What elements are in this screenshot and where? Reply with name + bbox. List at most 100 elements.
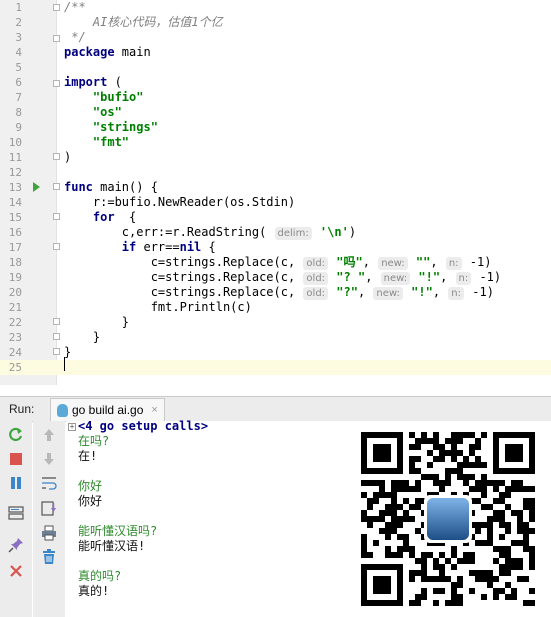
- fold-marker-for-end[interactable]: [53, 333, 60, 340]
- code-text: "strings": [64, 120, 158, 135]
- code-line[interactable]: 14 r:=bufio.NewReader(os.Stdin): [0, 195, 551, 210]
- code-line[interactable]: 9 "strings": [0, 120, 551, 135]
- fold-marker-if-end[interactable]: [53, 318, 60, 325]
- fold-marker-func[interactable]: [53, 183, 60, 190]
- parameter-hint: old:: [303, 287, 329, 300]
- fold-marker-import[interactable]: [53, 80, 60, 87]
- code-text: c=strings.Replace(c, old: "吗", new: "", …: [64, 255, 491, 270]
- up-arrow-icon[interactable]: [41, 427, 57, 443]
- code-line[interactable]: 11): [0, 150, 551, 165]
- code-text: func main() {: [64, 180, 158, 195]
- code-token: -1): [465, 285, 494, 299]
- code-editor[interactable]: 1/** 2 AI核心代码，估值1个亿 3 */4 package main 5 6 imp…: [0, 0, 551, 385]
- expand-collapsed-calls-icon[interactable]: +: [68, 423, 76, 431]
- code-line[interactable]: 8 "os": [0, 105, 551, 120]
- line-number: 1: [15, 1, 22, 14]
- code-text: c,err:=r.ReadString( delim: '\n'): [64, 225, 356, 240]
- code-line[interactable]: 25: [0, 360, 551, 375]
- fold-marker-comment[interactable]: [53, 4, 60, 11]
- code-token: '\n': [319, 225, 349, 239]
- code-token: "!": [411, 285, 433, 299]
- code-line[interactable]: 20 c=strings.Replace(c, old: "?", new: "…: [0, 285, 551, 300]
- code-line[interactable]: 16 c,err:=r.ReadString( delim: '\n'): [0, 225, 551, 240]
- code-text: AI核心代码，估值1个亿: [64, 15, 223, 30]
- trash-icon[interactable]: [41, 549, 57, 565]
- code-text: }: [64, 315, 129, 330]
- fold-marker-for[interactable]: [53, 213, 60, 220]
- code-line[interactable]: 12: [0, 165, 551, 180]
- fold-marker-import-end[interactable]: [53, 153, 60, 160]
- code-text: package main: [64, 45, 151, 60]
- parameter-hint: n:: [448, 287, 465, 300]
- close-tab-icon[interactable]: ×: [151, 404, 157, 416]
- code-token: ,: [430, 255, 445, 269]
- code-token: "bufio": [92, 90, 144, 104]
- print-icon[interactable]: [41, 525, 57, 541]
- code-line[interactable]: 19 c=strings.Replace(c, old: "? ", new: …: [0, 270, 551, 285]
- code-line[interactable]: 1 /**: [0, 0, 551, 15]
- line-number: 9: [15, 121, 22, 134]
- fold-marker-if[interactable]: [53, 243, 60, 250]
- code-token: if: [121, 240, 137, 254]
- code-line[interactable]: 7 "bufio": [0, 90, 551, 105]
- code-token: nil: [179, 240, 202, 254]
- pause-icon[interactable]: [8, 475, 24, 491]
- layout-icon[interactable]: [8, 505, 24, 521]
- soft-wrap-icon[interactable]: [41, 475, 57, 491]
- line-number: 21: [8, 301, 22, 314]
- code-line[interactable]: 6 import (: [0, 75, 551, 90]
- code-line[interactable]: 15 for {: [0, 210, 551, 225]
- close-icon[interactable]: [8, 563, 24, 579]
- code-line[interactable]: 24}: [0, 345, 551, 360]
- code-line[interactable]: 5: [0, 60, 551, 75]
- code-line[interactable]: 4 package main: [0, 45, 551, 60]
- parameter-hint: old:: [303, 257, 329, 270]
- code-token: main: [114, 45, 151, 59]
- run-gutter-icon[interactable]: [33, 182, 40, 192]
- code-text: */: [64, 30, 85, 45]
- qr-code-image: [361, 432, 535, 606]
- code-line[interactable]: 13 func main() {: [0, 180, 551, 195]
- line-number: 20: [8, 286, 22, 299]
- code-line[interactable]: 10 "fmt": [0, 135, 551, 150]
- stop-icon[interactable]: [8, 451, 24, 467]
- code-token: ,: [365, 270, 380, 284]
- line-number: 22: [8, 316, 22, 329]
- code-line[interactable]: 17 if err==nil {: [0, 240, 551, 255]
- fold-marker-func-end[interactable]: [53, 348, 60, 355]
- code-line[interactable]: 22 }: [0, 315, 551, 330]
- text-caret: [64, 357, 65, 371]
- code-text: if err==nil {: [64, 240, 216, 255]
- code-token: ,: [362, 255, 378, 269]
- code-token: c=strings.Replace(c,: [64, 255, 303, 269]
- line-number: 7: [15, 91, 22, 104]
- code-line[interactable]: 23 }: [0, 330, 551, 345]
- code-token: ): [64, 150, 72, 164]
- code-line[interactable]: 21 fmt.Println(c): [0, 300, 551, 315]
- code-token: ,: [432, 285, 448, 299]
- line-number: 18: [8, 256, 22, 269]
- code-token: "? ": [336, 270, 366, 284]
- code-text: ): [64, 150, 71, 165]
- code-line[interactable]: 18 c=strings.Replace(c, old: "吗", new: "…: [0, 255, 551, 270]
- code-token: AI核心代码，估值1个亿: [64, 15, 223, 29]
- pin-icon[interactable]: [8, 537, 24, 553]
- run-tab-go-build[interactable]: go build ai.go ×: [50, 398, 165, 421]
- rerun-icon[interactable]: [8, 427, 24, 443]
- scroll-to-end-icon[interactable]: [41, 501, 57, 517]
- code-line[interactable]: 3 */: [0, 30, 551, 45]
- parameter-hint: delim:: [274, 227, 312, 240]
- code-token: "strings": [92, 120, 158, 134]
- code-line[interactable]: 2 AI核心代码，估值1个亿: [0, 15, 551, 30]
- code-token: {: [201, 240, 216, 254]
- code-text: }: [64, 345, 71, 360]
- console-setup-calls[interactable]: <4 go setup calls>: [78, 419, 208, 434]
- fold-marker-comment-end[interactable]: [53, 35, 60, 42]
- code-token: for: [92, 210, 115, 224]
- down-arrow-icon[interactable]: [41, 451, 57, 467]
- code-text: r:=bufio.NewReader(os.Stdin): [64, 195, 295, 210]
